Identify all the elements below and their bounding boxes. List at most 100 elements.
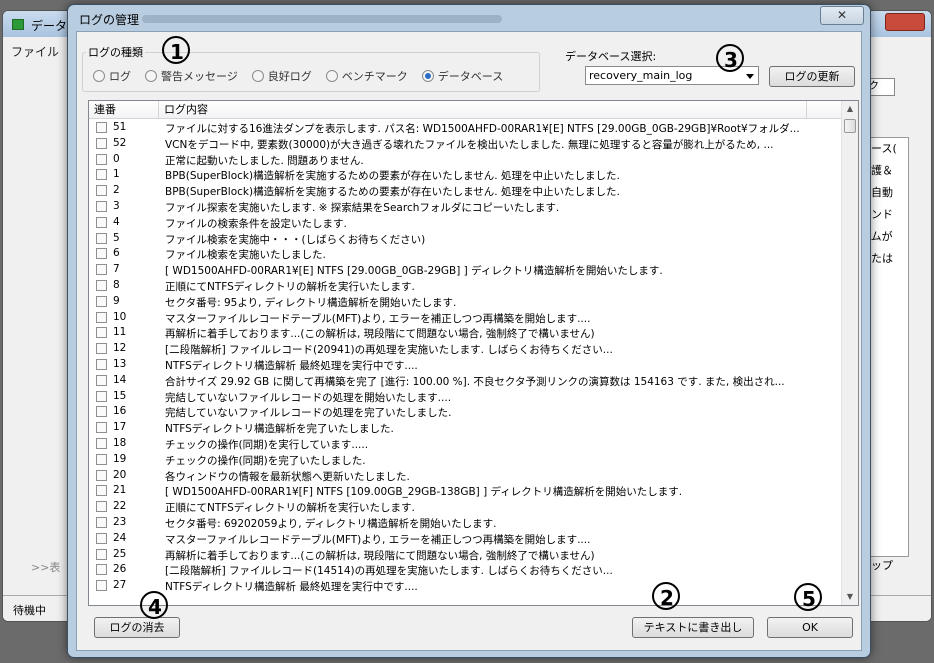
row-checkbox[interactable] [96,153,107,165]
row-checkbox[interactable] [96,453,107,465]
table-row[interactable]: 17 NTFSディレクトリ構造解析を完了いたしました. [89,420,843,436]
table-row[interactable]: 22 正順にてNTFSディレクトリの解析を実行いたします. [89,499,843,515]
row-number: 21 [113,484,127,497]
row-message: NTFSディレクトリ構造解析 最終処理を実行中です.... [165,359,418,372]
table-row[interactable]: 1 BPB(SuperBlock)構造解析を実施するための要素が存在いたしません.… [89,167,843,183]
radio-database[interactable]: データベース [421,68,503,84]
scroll-thumb[interactable] [844,119,856,133]
table-row[interactable]: 5 ファイル検索を実施中・・・(しばらくお待ちください) [89,231,843,247]
background-window-title: データ [31,19,68,33]
row-checkbox[interactable] [96,185,107,197]
database-select-value: recovery_main_log [589,69,693,82]
row-checkbox[interactable] [96,200,107,212]
row-message: 完結していないファイルレコードの処理を完了いたしました. [165,407,452,420]
table-row[interactable]: 19 チェックの操作(同期)を完了いたしました. [89,452,843,468]
row-checkbox[interactable] [96,295,107,307]
row-checkbox[interactable] [96,311,107,323]
callout-2: 2 [652,582,682,612]
row-checkbox[interactable] [96,422,107,434]
ok-button[interactable]: OK [767,617,853,638]
dropdown-arrow-icon[interactable] [746,74,754,79]
callout-4: 4 [140,591,170,621]
background-expand-link[interactable]: >>表 [31,559,60,575]
table-row[interactable]: 21 [ WD1500AHFD-00RAR1¥[F] NTFS [109.00GB… [89,483,843,499]
row-checkbox[interactable] [96,169,107,181]
table-row[interactable]: 13 NTFSディレクトリ構造解析 最終処理を実行中です.... [89,357,843,373]
column-header-content[interactable]: ログ内容 [159,101,807,119]
row-number: 12 [113,342,127,355]
refresh-log-button[interactable]: ログの更新 [769,66,855,87]
radio-benchmark[interactable]: ベンチマーク [325,68,408,84]
row-message: [二段階解析] ファイルレコード(20941)の再処理を実施いたします. しばら… [165,344,613,357]
row-checkbox[interactable] [96,232,107,244]
row-checkbox[interactable] [96,279,107,291]
row-checkbox[interactable] [96,406,107,418]
row-checkbox[interactable] [96,437,107,449]
row-checkbox[interactable] [96,564,107,576]
vertical-scrollbar[interactable]: ▲ ▼ [841,101,858,605]
row-number: 22 [113,500,127,513]
export-text-button[interactable]: テキストに書き出し [632,617,754,638]
table-row[interactable]: 4 ファイルの検索条件を設定いたします. [89,215,843,231]
row-number: 14 [113,373,127,386]
table-row[interactable]: 26 [二段階解析] ファイルレコード(14514)の再処理を実施いたします. し… [89,562,843,578]
row-number: 4 [113,215,120,228]
row-checkbox[interactable] [96,548,107,560]
table-row[interactable]: 25 再解析に着手しております...(この解析は, 現段階にて問題ない場合, 強制… [89,547,843,563]
table-row[interactable]: 23 セクタ番号: 69202059より, ディレクトリ構造解析を開始いたします. [89,515,843,531]
radio-icon [325,70,338,82]
row-message: ファイルの検索条件を設定いたします. [165,217,347,230]
table-row[interactable]: 9 セクタ番号: 95より, ディレクトリ構造解析を開始いたします. [89,294,843,310]
table-row[interactable]: 27 NTFSディレクトリ構造解析 最終処理を実行中です.... [89,578,843,594]
radio-good-log[interactable]: 良好ログ [251,68,312,84]
row-checkbox[interactable] [96,327,107,339]
background-close-icon[interactable] [885,13,925,31]
row-checkbox[interactable] [96,264,107,276]
table-row[interactable]: 2 BPB(SuperBlock)構造解析を実施するための要素が存在いたしません.… [89,183,843,199]
column-header-number[interactable]: 連番 [89,101,159,119]
radio-icon [145,70,157,82]
row-checkbox[interactable] [96,485,107,497]
close-button[interactable]: ✕ [820,6,864,25]
row-checkbox[interactable] [96,358,107,370]
table-row[interactable]: 8 正順にてNTFSディレクトリの解析を実行いたします. [89,278,843,294]
table-row[interactable]: 52 VCNをデコード中, 要素数(30000)が大き過ぎる壊れたファイルを検出い… [89,136,843,152]
row-checkbox[interactable] [96,501,107,513]
row-checkbox[interactable] [96,122,107,133]
row-checkbox[interactable] [96,216,107,228]
table-row[interactable]: 11 再解析に着手しております...(この解析は, 現段階にて問題ない場合, 強制… [89,325,843,341]
row-checkbox[interactable] [96,469,107,481]
scroll-up-icon[interactable]: ▲ [842,101,858,117]
row-checkbox[interactable] [96,137,107,149]
table-row[interactable]: 7 [ WD1500AHFD-00RAR1¥[E] NTFS [29.00GB_0… [89,262,843,278]
dialog-title-bar[interactable]: ログの管理 ✕ [68,5,870,31]
radio-icon [93,70,105,82]
log-list[interactable]: 連番 ログ内容 51 ファイルに対する16進法ダンプを表示します. パス名: WD… [88,100,859,606]
table-row[interactable]: 14 合計サイズ 29.92 GB に関して再構築を完了 [進行: 100.00 … [89,373,843,389]
radio-warning[interactable]: 警告メッセージ [145,68,238,84]
row-message: NTFSディレクトリ構造解析 最終処理を実行中です.... [165,581,418,594]
row-checkbox[interactable] [96,532,107,544]
table-row[interactable]: 18 チェックの操作(同期)を実行しています..... [89,436,843,452]
table-row[interactable]: 51 ファイルに対する16進法ダンプを表示します. パス名: WD1500AHFD… [89,120,843,136]
row-checkbox[interactable] [96,516,107,528]
table-row[interactable]: 10 マスターファイルレコードテーブル(MFT)より, エラーを補正しつつ再構築を… [89,310,843,326]
background-menu-file[interactable]: ファイル [11,43,59,60]
radio-selected-icon [421,70,434,82]
table-row[interactable]: 16 完結していないファイルレコードの処理を完了いたしました. [89,404,843,420]
row-checkbox[interactable] [96,343,107,355]
table-row[interactable]: 20 各ウィンドウの情報を最新状態へ更新いたしました. [89,468,843,484]
row-checkbox[interactable] [96,580,107,592]
table-row[interactable]: 0 正常に起動いたしました. 問題ありません. [89,152,843,168]
table-row[interactable]: 3 ファイル探索を実施いたします. ※ 探索結果をSearchフォルダにコピーいた… [89,199,843,215]
radio-log[interactable]: ログ [93,68,131,84]
row-checkbox[interactable] [96,248,107,260]
row-checkbox[interactable] [96,390,107,402]
table-row[interactable]: 24 マスターファイルレコードテーブル(MFT)より, エラーを補正しつつ再構築を… [89,531,843,547]
background-bottom-right-label[interactable]: ップ [871,557,893,573]
scroll-down-icon[interactable]: ▼ [842,589,858,605]
table-row[interactable]: 6 ファイル検索を実施いたしました. [89,246,843,262]
table-row[interactable]: 12 [二段階解析] ファイルレコード(20941)の再処理を実施いたします. し… [89,341,843,357]
table-row[interactable]: 15 完結していないファイルレコードの処理を開始いたします.... [89,389,843,405]
row-checkbox[interactable] [96,374,107,386]
